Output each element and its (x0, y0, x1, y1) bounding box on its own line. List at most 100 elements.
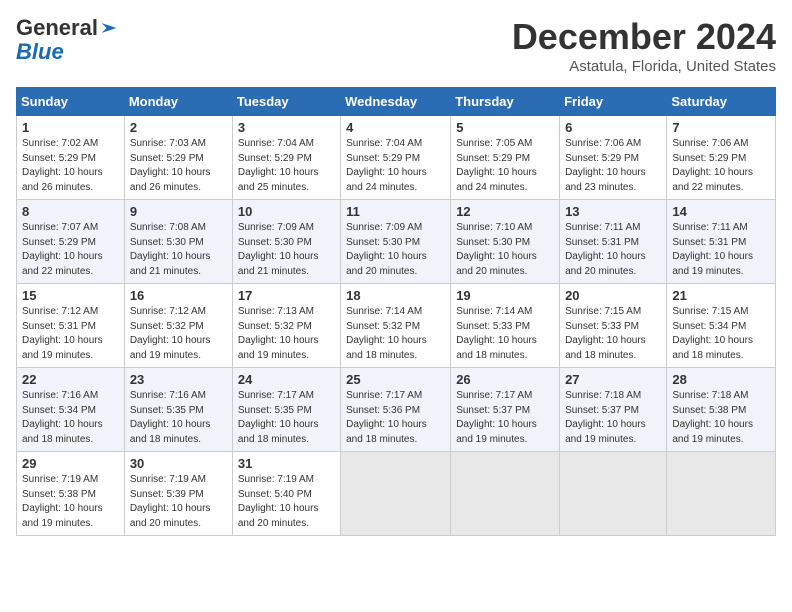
table-row: 4 Sunrise: 7:04 AM Sunset: 5:29 PM Daylig… (341, 116, 451, 200)
day-info: Sunrise: 7:15 AM Sunset: 5:33 PM Dayligh… (565, 305, 661, 363)
table-row: 3 Sunrise: 7:04 AM Sunset: 5:29 PM Daylig… (232, 116, 340, 200)
day-info: Sunrise: 7:17 AM Sunset: 5:37 PM Dayligh… (456, 389, 554, 447)
day-info: Sunrise: 7:19 AM Sunset: 5:38 PM Dayligh… (22, 473, 119, 531)
day-info: Sunrise: 7:18 AM Sunset: 5:38 PM Dayligh… (672, 389, 770, 447)
calendar-week-row: 15Sunrise: 7:12 AM Sunset: 5:31 PM Dayli… (17, 284, 776, 368)
logo-blue-text: Blue (16, 39, 64, 64)
table-row: 31 Sunrise: 7:19 AM Sunset: 5:40 PM Dayli… (232, 452, 340, 536)
col-thursday: Thursday (451, 88, 560, 116)
table-row: 30 Sunrise: 7:19 AM Sunset: 5:39 PM Dayli… (124, 452, 232, 536)
calendar-body: 1Sunrise: 7:02 AM Sunset: 5:29 PM Daylig… (17, 116, 776, 536)
title-area: December 2024 Astatula, Florida, United … (512, 16, 776, 75)
table-row: 14 Sunrise: 7:11 AM Sunset: 5:31 PM Dayli… (667, 200, 776, 284)
table-row: 9Sunrise: 7:08 AM Sunset: 5:30 PM Daylig… (124, 200, 232, 284)
table-row: 8Sunrise: 7:07 AM Sunset: 5:29 PM Daylig… (17, 200, 125, 284)
day-number: 22 (22, 372, 119, 387)
table-row: 5Sunrise: 7:05 AM Sunset: 5:29 PM Daylig… (451, 116, 560, 200)
day-info: Sunrise: 7:15 AM Sunset: 5:34 PM Dayligh… (672, 305, 770, 363)
day-info: Sunrise: 7:12 AM Sunset: 5:31 PM Dayligh… (22, 305, 119, 363)
day-number: 16 (130, 288, 227, 303)
day-number: 14 (672, 204, 770, 219)
table-row: 7Sunrise: 7:06 AM Sunset: 5:29 PM Daylig… (667, 116, 776, 200)
table-row: 1Sunrise: 7:02 AM Sunset: 5:29 PM Daylig… (17, 116, 125, 200)
day-number: 3 (238, 120, 335, 135)
day-info: Sunrise: 7:11 AM Sunset: 5:31 PM Dayligh… (672, 221, 770, 279)
col-monday: Monday (124, 88, 232, 116)
day-info: Sunrise: 7:17 AM Sunset: 5:35 PM Dayligh… (238, 389, 335, 447)
day-number: 24 (238, 372, 335, 387)
table-row: 12 Sunrise: 7:10 AM Sunset: 5:30 PM Dayli… (451, 200, 560, 284)
day-info: Sunrise: 7:19 AM Sunset: 5:40 PM Dayligh… (238, 473, 335, 531)
table-row: 11 Sunrise: 7:09 AM Sunset: 5:30 PM Dayli… (341, 200, 451, 284)
day-number: 2 (130, 120, 227, 135)
table-row: 6Sunrise: 7:06 AM Sunset: 5:29 PM Daylig… (560, 116, 667, 200)
day-info: Sunrise: 7:14 AM Sunset: 5:33 PM Dayligh… (456, 305, 554, 363)
day-info: Sunrise: 7:12 AM Sunset: 5:32 PM Dayligh… (130, 305, 227, 363)
calendar-week-row: 8Sunrise: 7:07 AM Sunset: 5:29 PM Daylig… (17, 200, 776, 284)
day-number: 27 (565, 372, 661, 387)
calendar-header: Sunday Monday Tuesday Wednesday Thursday… (17, 88, 776, 116)
day-info: Sunrise: 7:04 AM Sunset: 5:29 PM Dayligh… (238, 137, 335, 195)
logo: General Blue (16, 16, 118, 64)
day-info: Sunrise: 7:16 AM Sunset: 5:35 PM Dayligh… (130, 389, 227, 447)
table-row (667, 452, 776, 536)
day-info: Sunrise: 7:18 AM Sunset: 5:37 PM Dayligh… (565, 389, 661, 447)
table-row: 16 Sunrise: 7:12 AM Sunset: 5:32 PM Dayli… (124, 284, 232, 368)
day-number: 11 (346, 204, 445, 219)
day-number: 21 (672, 288, 770, 303)
day-info: Sunrise: 7:07 AM Sunset: 5:29 PM Dayligh… (22, 221, 119, 279)
calendar-week-row: 29Sunrise: 7:19 AM Sunset: 5:38 PM Dayli… (17, 452, 776, 536)
logo-text: General (16, 16, 118, 40)
col-saturday: Saturday (667, 88, 776, 116)
day-number: 13 (565, 204, 661, 219)
day-number: 5 (456, 120, 554, 135)
col-friday: Friday (560, 88, 667, 116)
table-row (560, 452, 667, 536)
table-row (341, 452, 451, 536)
table-row: 13Sunrise: 7:11 AM Sunset: 5:31 PM Dayli… (560, 200, 667, 284)
day-number: 25 (346, 372, 445, 387)
day-number: 18 (346, 288, 445, 303)
day-number: 26 (456, 372, 554, 387)
day-info: Sunrise: 7:06 AM Sunset: 5:29 PM Dayligh… (672, 137, 770, 195)
day-number: 19 (456, 288, 554, 303)
day-info: Sunrise: 7:09 AM Sunset: 5:30 PM Dayligh… (346, 221, 445, 279)
table-row: 21 Sunrise: 7:15 AM Sunset: 5:34 PM Dayli… (667, 284, 776, 368)
table-row: 20 Sunrise: 7:15 AM Sunset: 5:33 PM Dayli… (560, 284, 667, 368)
month-title: December 2024 (512, 16, 776, 58)
table-row: 22 Sunrise: 7:16 AM Sunset: 5:34 PM Dayli… (17, 368, 125, 452)
day-info: Sunrise: 7:04 AM Sunset: 5:29 PM Dayligh… (346, 137, 445, 195)
day-number: 4 (346, 120, 445, 135)
day-info: Sunrise: 7:19 AM Sunset: 5:39 PM Dayligh… (130, 473, 227, 531)
table-row: 18Sunrise: 7:14 AM Sunset: 5:32 PM Dayli… (341, 284, 451, 368)
table-row: 26 Sunrise: 7:17 AM Sunset: 5:37 PM Dayli… (451, 368, 560, 452)
col-tuesday: Tuesday (232, 88, 340, 116)
day-info: Sunrise: 7:17 AM Sunset: 5:36 PM Dayligh… (346, 389, 445, 447)
day-number: 31 (238, 456, 335, 471)
location-title: Astatula, Florida, United States (512, 58, 776, 75)
col-sunday: Sunday (17, 88, 125, 116)
calendar: Sunday Monday Tuesday Wednesday Thursday… (16, 87, 776, 536)
header-row: Sunday Monday Tuesday Wednesday Thursday… (17, 88, 776, 116)
table-row: 17Sunrise: 7:13 AM Sunset: 5:32 PM Dayli… (232, 284, 340, 368)
table-row: 27 Sunrise: 7:18 AM Sunset: 5:37 PM Dayli… (560, 368, 667, 452)
day-number: 28 (672, 372, 770, 387)
day-info: Sunrise: 7:09 AM Sunset: 5:30 PM Dayligh… (238, 221, 335, 279)
day-number: 30 (130, 456, 227, 471)
day-info: Sunrise: 7:10 AM Sunset: 5:30 PM Dayligh… (456, 221, 554, 279)
day-number: 12 (456, 204, 554, 219)
day-number: 1 (22, 120, 119, 135)
day-number: 9 (130, 204, 227, 219)
table-row: 2 Sunrise: 7:03 AM Sunset: 5:29 PM Daylig… (124, 116, 232, 200)
day-info: Sunrise: 7:16 AM Sunset: 5:34 PM Dayligh… (22, 389, 119, 447)
table-row (451, 452, 560, 536)
day-info: Sunrise: 7:03 AM Sunset: 5:29 PM Dayligh… (130, 137, 227, 195)
calendar-week-row: 22 Sunrise: 7:16 AM Sunset: 5:34 PM Dayli… (17, 368, 776, 452)
day-info: Sunrise: 7:06 AM Sunset: 5:29 PM Dayligh… (565, 137, 661, 195)
logo-arrow-icon (100, 21, 118, 35)
table-row: 10Sunrise: 7:09 AM Sunset: 5:30 PM Dayli… (232, 200, 340, 284)
table-row: 29Sunrise: 7:19 AM Sunset: 5:38 PM Dayli… (17, 452, 125, 536)
table-row: 23Sunrise: 7:16 AM Sunset: 5:35 PM Dayli… (124, 368, 232, 452)
day-number: 20 (565, 288, 661, 303)
day-info: Sunrise: 7:13 AM Sunset: 5:32 PM Dayligh… (238, 305, 335, 363)
